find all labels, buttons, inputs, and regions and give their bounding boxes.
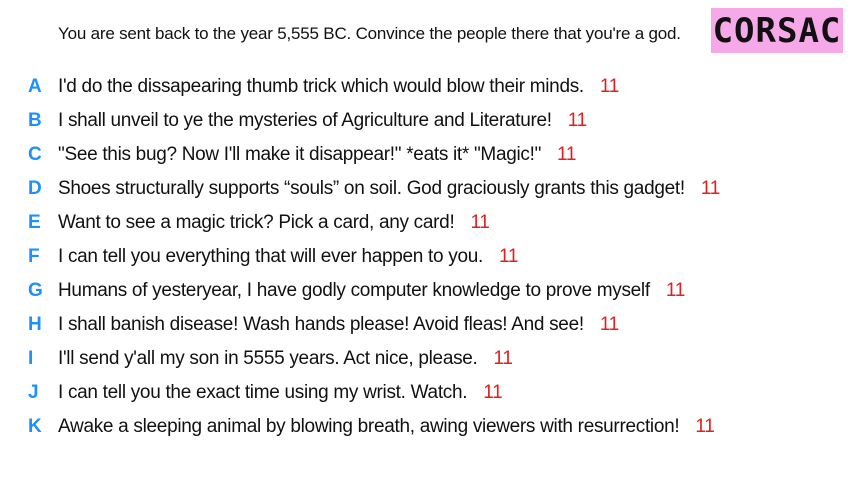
- answer-text: I shall banish disease! Wash hands pleas…: [58, 310, 619, 340]
- answer-item: E Want to see a magic trick? Pick a card…: [0, 208, 853, 238]
- answer-text: I'll send y'all my son in 5555 years. Ac…: [58, 344, 513, 374]
- player-badge: CORSAC: [711, 8, 843, 53]
- answer-letter: J: [28, 382, 39, 403]
- answer-body: I shall banish disease! Wash hands pleas…: [58, 314, 584, 335]
- answer-text: I can tell you everything that will ever…: [58, 242, 518, 272]
- answer-body: I shall unveil to ye the mysteries of Ag…: [58, 110, 552, 131]
- answer-score: 11: [557, 144, 577, 165]
- answer-body: "See this bug? Now I'll make it disappea…: [58, 144, 542, 165]
- answer-item: G Humans of yesteryear, I have godly com…: [0, 276, 853, 306]
- answer-body: I can tell you the exact time using my w…: [58, 382, 468, 403]
- answer-letter: F: [28, 246, 40, 267]
- answer-letter: E: [28, 212, 41, 233]
- answer-score: 11: [483, 382, 503, 403]
- answer-item: K Awake a sleeping animal by blowing bre…: [0, 412, 853, 442]
- prompt-text: You are sent back to the year 5,555 BC. …: [58, 24, 681, 43]
- answer-letter: H: [28, 314, 42, 335]
- answer-score: 11: [599, 314, 619, 335]
- answer-letter: D: [28, 178, 42, 199]
- answer-body: I'd do the dissapearing thumb trick whic…: [58, 76, 584, 97]
- answer-item: J I can tell you the exact time using my…: [0, 378, 853, 408]
- answer-score: 11: [665, 280, 685, 301]
- answer-score: 11: [493, 348, 513, 369]
- answer-text: I shall unveil to ye the mysteries of Ag…: [58, 106, 587, 136]
- answer-score: 11: [567, 110, 587, 131]
- answer-score: 11: [599, 76, 620, 97]
- answer-body: I'll send y'all my son in 5555 years. Ac…: [58, 348, 478, 369]
- answer-letter: A: [28, 76, 42, 97]
- answer-score: 11: [700, 178, 720, 199]
- answer-body: Want to see a magic trick? Pick a card, …: [58, 212, 455, 233]
- answer-body: Awake a sleeping animal by blowing breat…: [58, 416, 680, 437]
- answer-text: I'd do the dissapearing thumb trick whic…: [58, 72, 619, 102]
- answer-item: F I can tell you everything that will ev…: [0, 242, 853, 272]
- answer-letter: K: [28, 416, 42, 437]
- answer-item: A I'd do the dissapearing thumb trick wh…: [0, 72, 853, 102]
- answer-item: I I'll send y'all my son in 5555 years. …: [0, 344, 853, 374]
- answer-body: Humans of yesteryear, I have godly compu…: [58, 280, 650, 301]
- answer-item: C "See this bug? Now I'll make it disapp…: [0, 140, 853, 170]
- answer-text: Awake a sleeping animal by blowing breat…: [58, 412, 715, 442]
- answer-text: Want to see a magic trick? Pick a card, …: [58, 208, 490, 238]
- answer-text: "See this bug? Now I'll make it disappea…: [58, 140, 576, 170]
- answer-score: 11: [470, 212, 490, 233]
- answer-score: 11: [498, 246, 519, 267]
- answer-text: Humans of yesteryear, I have godly compu…: [58, 276, 685, 306]
- answer-score: 11: [695, 416, 715, 437]
- answer-body: I can tell you everything that will ever…: [58, 246, 483, 267]
- answer-text: Shoes structurally supports “souls” on s…: [58, 174, 720, 204]
- answer-item: B I shall unveil to ye the mysteries of …: [0, 106, 853, 136]
- answer-letter: B: [28, 110, 42, 131]
- answer-text: I can tell you the exact time using my w…: [58, 378, 503, 408]
- answer-letter: C: [28, 144, 42, 165]
- answer-letter: I: [28, 348, 34, 369]
- answer-item: D Shoes structurally supports “souls” on…: [0, 174, 853, 204]
- answer-body: Shoes structurally supports “souls” on s…: [58, 178, 685, 199]
- answer-item: H I shall banish disease! Wash hands ple…: [0, 310, 853, 340]
- answer-letter: G: [28, 280, 43, 301]
